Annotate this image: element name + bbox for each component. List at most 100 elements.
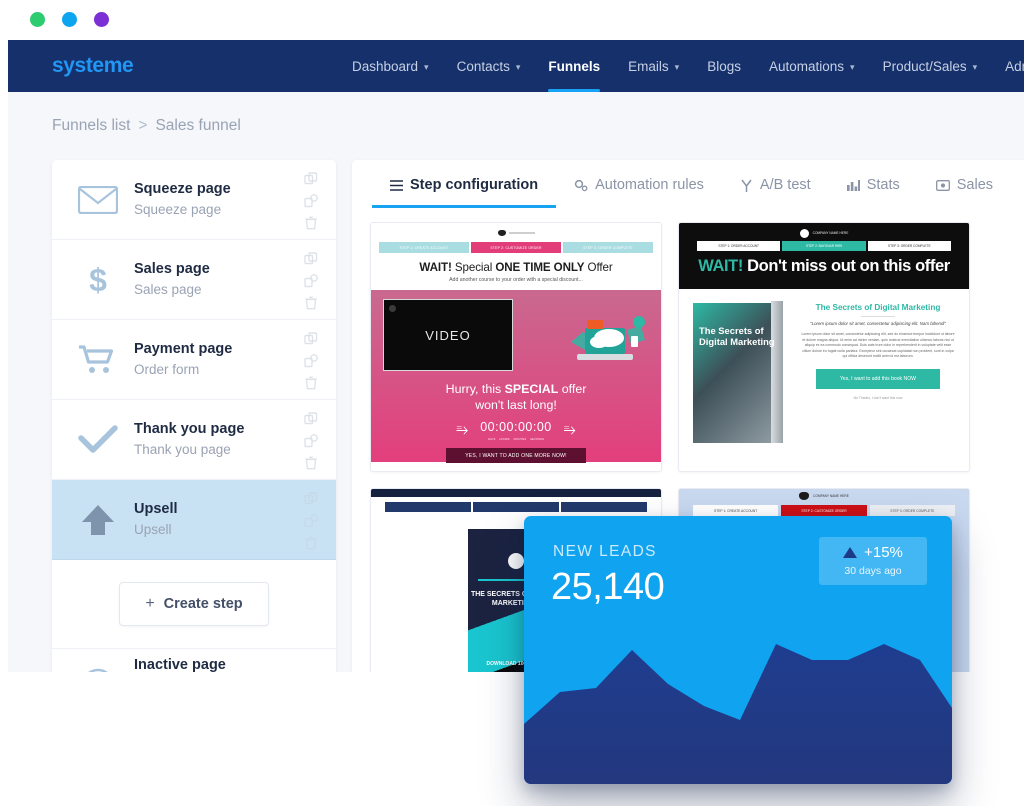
timer-unit: HOURS [499,437,510,441]
delete-icon[interactable] [304,376,318,390]
step-row-squeeze-page[interactable]: Squeeze page Squeeze page [52,160,336,240]
settings-icon[interactable] [304,354,318,368]
tab-label: Stats [866,177,900,193]
nav-label: Dashboard [352,58,419,74]
nav-item-funnels[interactable]: Funnels [534,40,614,92]
step-chip: STEP 1: ORDER ACCOUNT [697,241,781,251]
template-card-ebook-dark-teal[interactable]: COMPANY NAME HERE STEP 1: ORDER ACCOUNT … [678,222,970,472]
template-step-bar: STEP 1: ORDER ACCOUNT STEP 2: BAYONAR 99… [679,239,969,251]
tab-sales[interactable]: Sales [918,177,1011,208]
logo-text: COMPANY NAME HERE [812,231,849,235]
duplicate-icon[interactable] [304,252,318,266]
duplicate-icon[interactable] [304,332,318,346]
arrow-up-icon [74,503,122,537]
step-subtitle: Upsell [134,521,172,537]
stats-card-label: NEW LEADS [553,543,657,560]
purple-dot[interactable] [94,12,109,27]
delete-icon[interactable] [304,456,318,470]
step-subtitle: Thank you page [134,441,231,457]
template-logo [371,227,661,239]
settings-icon[interactable] [304,274,318,288]
timer-unit: DAYS [488,437,496,441]
step-title: Upsell [134,500,178,517]
delete-icon[interactable] [304,296,318,310]
step-row-payment-page[interactable]: Payment page Order form [52,320,336,400]
template-body: The Secrets of Digital Marketing The Sec… [679,289,969,456]
headline-wait: WAIT! [419,261,452,274]
nav-item-product-sales[interactable]: Product/Sales ▾ [869,40,992,92]
blue-dot[interactable] [62,12,77,27]
timer-value: 00:00:00:00 [480,420,552,434]
logo-mark-icon [799,492,810,500]
video-placeholder: VIDEO [383,299,513,371]
step-chip: STEP 2: CUSTOMIZE ORDER [471,242,561,253]
tab-ab-test[interactable]: A/B test [722,177,829,208]
logo-circle-icon [799,228,809,238]
nav-item-blogs[interactable]: Blogs [693,40,755,92]
step-subtitle: Squeeze page [134,201,222,217]
nav-item-emails[interactable]: Emails ▾ [614,40,693,92]
template-copy: The Secrets of Digital Marketing "Lorem … [793,299,959,456]
step-chip: STEP 1: CREATE ACCOUNT [693,505,779,516]
settings-icon[interactable] [304,514,318,528]
nav-label: Product/Sales [882,58,967,74]
step-actions [304,492,318,550]
step-row-upsell[interactable]: Upsell Upsell [52,480,336,560]
template-headline: WAIT! Special ONE TIME ONLY Offer [371,256,661,274]
tab-automation-rules[interactable]: Automation rules [556,177,722,208]
divider [861,316,895,317]
headline-rest: Don't miss out on this offer [747,257,950,275]
new-leads-stats-card[interactable]: NEW LEADS 25,140 +15% 30 days ago [524,516,952,784]
duplicate-icon[interactable] [304,492,318,506]
systeme-logo[interactable]: systeme [52,54,134,78]
delete-icon[interactable] [304,216,318,230]
countdown-timer: ⥱ 00:00:00:00 DAYS HOURS MINUTES SECONDS [383,418,649,441]
hurry-c: offer [561,382,587,396]
step-title: Payment page [134,340,233,357]
breadcrumb-funnels-list[interactable]: Funnels list [52,117,130,135]
template-paragraph: Lorem ipsum dolor sit amet, consectetur … [801,332,955,359]
green-dot[interactable] [30,12,45,27]
template-hurry-text: Hurry, this SPECIAL offer won't last lon… [383,382,649,413]
list-icon [390,179,403,191]
tab-stats[interactable]: Stats [829,177,918,208]
cart-icon [74,344,122,376]
step-row-sales-page[interactable]: $ Sales page Sales page [52,240,336,320]
nav-item-dashboard[interactable]: Dashboard ▾ [338,40,443,92]
breadcrumb-current: Sales funnel [155,117,241,134]
create-step-label: Create step [163,596,243,612]
template-headline: WAIT! Don't miss out on this offer [679,251,969,283]
book-cover [693,303,771,443]
settings-icon[interactable] [304,194,318,208]
template-card-one-time-offer-pink[interactable]: STEP 1: CREATE ACCOUNT STEP 2: CUSTOMIZE… [370,222,662,472]
step-title: Squeeze page [134,180,231,197]
content-tabs: Step configuration Automation rules A/B … [352,160,1024,208]
template-logo: COMPANY NAME HERE [679,489,969,503]
step-actions [304,412,318,470]
create-step-button[interactable]: + Create step [119,582,269,626]
nav-label: Emails [628,58,669,74]
top-navigation-bar: systeme Dashboard ▾ Contacts ▾ Funnels E… [8,40,1024,92]
browser-chrome-bar [8,0,1024,40]
step-text: Upsell Upsell [134,500,178,539]
nav-item-contacts[interactable]: Contacts ▾ [443,40,535,92]
settings-icon[interactable] [304,434,318,448]
chevron-down-icon: ▾ [850,61,855,72]
step-row-inactive-page[interactable]: Inactive page This page is displayed whe… [52,648,336,672]
nav-item-automations[interactable]: Automations ▾ [755,40,869,92]
chevron-down-icon: ▾ [674,61,680,72]
tab-step-configuration[interactable]: Step configuration [372,177,557,208]
step-text: Sales page Sales page [134,260,210,299]
duplicate-icon[interactable] [304,172,318,186]
template-header: COMPANY NAME HERE STEP 1: ORDER ACCOUNT … [679,223,969,289]
headline-accent: WAIT! [698,257,743,275]
step-subtitle: Sales page [134,281,202,297]
nav-item-admin[interactable]: Admin [991,40,1024,92]
step-actions [304,172,318,230]
chevron-down-icon: ⥱ [563,421,576,438]
template-header: STEP 1: CREATE ACCOUNT STEP 2: CUSTOMIZE… [371,223,661,290]
logo-text: COMPANY NAME HERE [813,494,849,498]
step-row-thank-you-page[interactable]: Thank you page Thank you page [52,400,336,480]
duplicate-icon[interactable] [304,412,318,426]
delete-icon[interactable] [304,536,318,550]
